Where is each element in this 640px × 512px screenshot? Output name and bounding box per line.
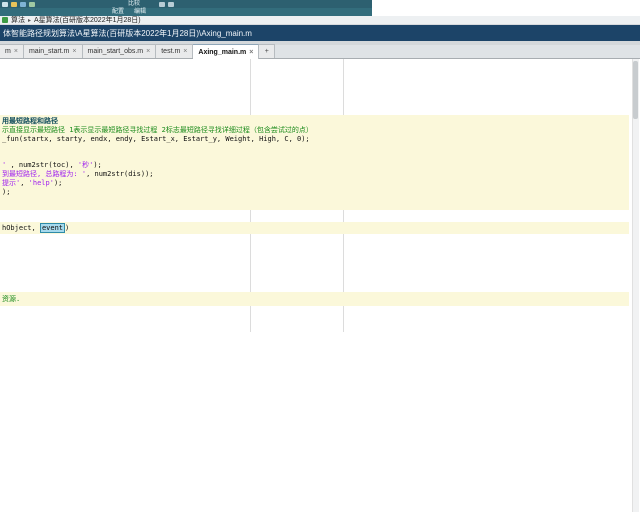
call-text: _fun(startx, starty, endx, endy, Estart_… bbox=[2, 135, 310, 143]
matlab-window: 比较 配置 编辑 算法 ▸ A星算法(百研版本2022年1月28日) 体智能路径… bbox=[0, 0, 640, 512]
breadcrumb-root[interactable]: 算法 bbox=[11, 16, 25, 25]
highlighted-variable: event bbox=[39, 223, 66, 233]
compare-button[interactable]: 比较 bbox=[128, 0, 140, 8]
tab-document-0[interactable]: m × bbox=[0, 44, 24, 58]
go-to-icon[interactable] bbox=[159, 1, 166, 7]
run-icon[interactable] bbox=[2, 17, 8, 23]
tab-document-3[interactable]: test.m × bbox=[156, 44, 194, 58]
tab-label: test.m bbox=[161, 48, 181, 55]
chevron-right-icon: ▸ bbox=[28, 17, 32, 24]
code-editor[interactable]: 用最短路程和路径 示直接显示最短路径 1表示显示最短路径寻找过程 2标志最短路径… bbox=[0, 59, 640, 512]
tab-label: Axing_main.m bbox=[198, 48, 247, 56]
breadcrumb: 算法 ▸ A星算法(百研版本2022年1月28日) bbox=[0, 16, 640, 25]
scrollbar-thumb[interactable] bbox=[633, 61, 638, 119]
document-path: 体智能路径规划算法\A星算法(百研版本2022年1月28日)\Axing_mai… bbox=[3, 28, 252, 38]
tab-document-1[interactable]: main_start.m × bbox=[23, 44, 83, 58]
code-line-help: 提示', 'help'); bbox=[2, 179, 63, 187]
save-icon[interactable] bbox=[20, 1, 26, 7]
document-path-bar: 体智能路径规划算法\A星算法(百研版本2022年1月28日)\Axing_mai… bbox=[0, 25, 640, 41]
vertical-scrollbar[interactable] bbox=[632, 59, 639, 512]
comment-text: 示直接显示最短路径 1表示显示最短路径寻找过程 2标志最短路径寻找详细过程（包含… bbox=[2, 126, 313, 134]
code-line-close: ); bbox=[2, 188, 11, 196]
bookmark-icon[interactable] bbox=[168, 1, 175, 7]
tab-close-icon[interactable]: × bbox=[146, 48, 150, 55]
code-line-toc: ' , num2str(toc), '秒'); bbox=[2, 161, 102, 169]
editor-tabbar: m × main_start.m × main_start_obs.m × te… bbox=[0, 44, 640, 59]
tab-close-icon[interactable]: × bbox=[72, 48, 76, 55]
tab-close-icon[interactable]: × bbox=[14, 48, 18, 55]
tab-label: main_start_obs.m bbox=[87, 48, 144, 55]
new-script-icon[interactable] bbox=[2, 1, 8, 7]
code-section-callback: hObject, event) bbox=[0, 222, 629, 234]
code-line-dis: 到最短路径, 总路程为: ', num2str(dis)); bbox=[2, 170, 154, 178]
code-section-main: 用最短路程和路径 示直接显示最短路径 1表示显示最短路径寻找过程 2标志最短路径… bbox=[0, 115, 629, 210]
tab-document-2[interactable]: main_start_obs.m × bbox=[82, 44, 157, 58]
tab-close-icon[interactable]: × bbox=[249, 49, 253, 56]
code-line-bottom-comment: 资源. bbox=[2, 295, 21, 303]
code-line-comment: 示直接显示最短路径 1表示显示最短路径寻找过程 2标志最短路径寻找详细过程（包含… bbox=[2, 126, 313, 135]
code-line-call: _fun(startx, starty, endx, endy, Estart_… bbox=[2, 135, 310, 144]
tab-close-icon[interactable]: × bbox=[183, 48, 187, 55]
section-title-text: 用最短路程和路径 bbox=[2, 117, 58, 125]
code-line-section-title: 用最短路程和路径 bbox=[2, 117, 58, 126]
open-icon[interactable] bbox=[11, 1, 17, 7]
tab-label: main_start.m bbox=[28, 48, 70, 55]
new-tab-button[interactable]: + bbox=[259, 44, 276, 58]
tab-label: m bbox=[5, 48, 11, 55]
code-line-callback: hObject, event) bbox=[2, 223, 70, 233]
toolstrip-row1: 比较 bbox=[0, 0, 372, 8]
code-section-bottom: 资源. bbox=[0, 292, 629, 306]
tab-document-4-active[interactable]: Axing_main.m × bbox=[193, 44, 260, 59]
breadcrumb-current-folder[interactable]: A星算法(百研版本2022年1月28日) bbox=[34, 16, 141, 25]
find-files-icon[interactable] bbox=[29, 1, 35, 7]
